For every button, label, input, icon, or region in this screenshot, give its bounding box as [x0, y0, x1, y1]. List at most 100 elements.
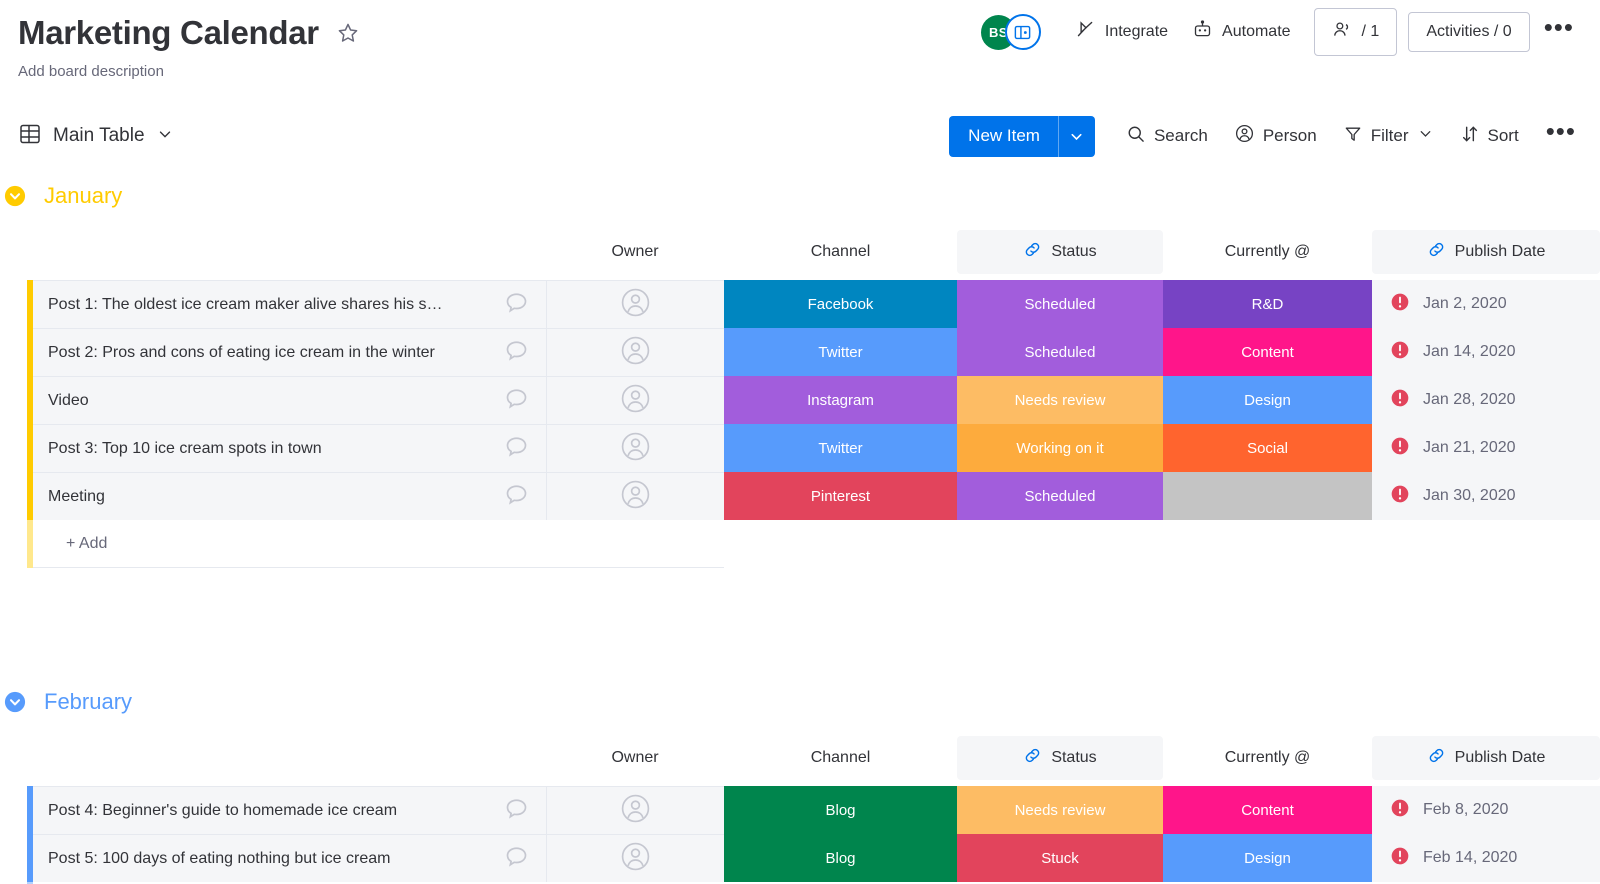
chevron-down-icon[interactable]: [1417, 125, 1434, 147]
search-button[interactable]: Search: [1115, 115, 1219, 158]
channel-cell[interactable]: Twitter: [724, 424, 957, 472]
column-header-status[interactable]: Status: [957, 736, 1163, 780]
person-filter-button[interactable]: Person: [1223, 114, 1328, 158]
person-placeholder-icon[interactable]: [620, 287, 651, 322]
publish-date-cell[interactable]: Jan 14, 2020: [1372, 328, 1600, 376]
currently-at-cell[interactable]: [1163, 472, 1372, 520]
person-placeholder-icon[interactable]: [620, 793, 651, 828]
publish-date-cell[interactable]: Jan 2, 2020: [1372, 280, 1600, 328]
chat-bubble-icon[interactable]: [503, 795, 530, 826]
chat-bubble-icon[interactable]: [503, 289, 530, 320]
page-title[interactable]: Marketing Calendar: [18, 14, 319, 52]
person-placeholder-icon[interactable]: [620, 383, 651, 418]
table-row[interactable]: Post 5: 100 days of eating nothing but i…: [0, 834, 1600, 882]
status-cell[interactable]: Needs review: [957, 376, 1163, 424]
tab-main-table[interactable]: Main Table: [18, 122, 174, 151]
column-header-channel[interactable]: Channel: [724, 749, 957, 767]
sort-button[interactable]: Sort: [1449, 115, 1530, 158]
chat-bubble-icon[interactable]: [503, 481, 530, 512]
add-item-row[interactable]: + Add: [0, 520, 1600, 568]
currently-at-cell[interactable]: R&D: [1163, 280, 1372, 328]
table-row[interactable]: Post 4: Beginner's guide to homemade ice…: [0, 786, 1600, 834]
column-header-row: Owner Channel Status Currently @ Publish…: [0, 730, 1600, 786]
new-item-button[interactable]: New Item: [949, 115, 1095, 157]
person-placeholder-icon[interactable]: [620, 335, 651, 370]
channel-cell[interactable]: Blog: [724, 834, 957, 882]
integrate-button[interactable]: Integrate: [1063, 10, 1180, 54]
table-row[interactable]: Post 2: Pros and cons of eating ice crea…: [0, 328, 1600, 376]
owner-cell[interactable]: [546, 424, 724, 472]
column-header-status[interactable]: Status: [957, 230, 1163, 274]
publish-date-text: Feb 14, 2020: [1423, 849, 1518, 866]
automate-button[interactable]: Automate: [1180, 10, 1302, 54]
column-header-publish-date[interactable]: Publish Date: [1372, 230, 1600, 274]
currently-at-cell[interactable]: Content: [1163, 786, 1372, 834]
owner-cell[interactable]: [546, 376, 724, 424]
group-title[interactable]: January: [44, 183, 122, 209]
owner-cell[interactable]: [546, 328, 724, 376]
collapse-group-icon[interactable]: [4, 691, 26, 713]
channel-cell[interactable]: Instagram: [724, 376, 957, 424]
publish-date-cell[interactable]: Jan 30, 2020: [1372, 472, 1600, 520]
table-row[interactable]: Post 1: The oldest ice cream maker alive…: [0, 280, 1600, 328]
column-header-owner[interactable]: Owner: [546, 243, 724, 261]
column-header-publish-date[interactable]: Publish Date: [1372, 736, 1600, 780]
owner-cell[interactable]: [546, 280, 724, 328]
star-icon[interactable]: [333, 18, 363, 48]
status-cell[interactable]: Scheduled: [957, 280, 1163, 328]
collapse-group-icon[interactable]: [4, 185, 26, 207]
chat-bubble-icon[interactable]: [503, 385, 530, 416]
row-title-cell[interactable]: Post 2: Pros and cons of eating ice crea…: [33, 328, 546, 376]
channel-cell[interactable]: Facebook: [724, 280, 957, 328]
board-more-menu-button[interactable]: •••: [1530, 14, 1584, 45]
owner-cell[interactable]: [546, 786, 724, 834]
owner-cell[interactable]: [546, 472, 724, 520]
action-bar-more-button[interactable]: •••: [1534, 118, 1584, 149]
status-cell[interactable]: Needs review: [957, 786, 1163, 834]
row-title-cell[interactable]: Video: [33, 376, 546, 424]
row-title-cell[interactable]: Meeting: [33, 472, 546, 520]
status-cell[interactable]: Scheduled: [957, 472, 1163, 520]
board-icon[interactable]: [1004, 14, 1041, 50]
column-header-currently-at[interactable]: Currently @: [1163, 749, 1372, 767]
currently-at-cell[interactable]: Social: [1163, 424, 1372, 472]
chat-bubble-icon[interactable]: [503, 843, 530, 874]
owner-cell[interactable]: [546, 834, 724, 882]
row-title-cell[interactable]: Post 3: Top 10 ice cream spots in town: [33, 424, 546, 472]
channel-cell[interactable]: Pinterest: [724, 472, 957, 520]
filter-button[interactable]: Filter: [1332, 115, 1445, 158]
chat-bubble-icon[interactable]: [503, 433, 530, 464]
chat-bubble-icon[interactable]: [503, 337, 530, 368]
row-title-cell[interactable]: Post 1: The oldest ice cream maker alive…: [33, 280, 546, 328]
status-cell[interactable]: Working on it: [957, 424, 1163, 472]
column-header-channel[interactable]: Channel: [724, 243, 957, 261]
table-row[interactable]: Meeting Pinterest Scheduled Jan 30, 2020: [0, 472, 1600, 520]
channel-cell[interactable]: Blog: [724, 786, 957, 834]
table-row[interactable]: Post 3: Top 10 ice cream spots in town T…: [0, 424, 1600, 472]
publish-date-cell[interactable]: Jan 28, 2020: [1372, 376, 1600, 424]
table-row[interactable]: Video Instagram Needs review Design Jan …: [0, 376, 1600, 424]
group-title[interactable]: February: [44, 689, 132, 715]
publish-date-cell[interactable]: Feb 14, 2020: [1372, 834, 1600, 882]
currently-at-cell[interactable]: Design: [1163, 834, 1372, 882]
new-item-dropdown-icon[interactable]: [1057, 115, 1095, 157]
column-header-owner[interactable]: Owner: [546, 749, 724, 767]
currently-at-cell[interactable]: Content: [1163, 328, 1372, 376]
person-placeholder-icon[interactable]: [620, 431, 651, 466]
members-button[interactable]: / 1: [1313, 8, 1398, 56]
row-title-cell[interactable]: Post 5: 100 days of eating nothing but i…: [33, 834, 546, 882]
activities-button[interactable]: Activities / 0: [1408, 12, 1530, 52]
person-placeholder-icon[interactable]: [620, 479, 651, 514]
chevron-down-icon[interactable]: [156, 125, 174, 148]
currently-at-cell[interactable]: Design: [1163, 376, 1372, 424]
row-title-cell[interactable]: Post 4: Beginner's guide to homemade ice…: [33, 786, 546, 834]
add-item-button[interactable]: + Add: [33, 520, 724, 568]
status-cell[interactable]: Stuck: [957, 834, 1163, 882]
publish-date-cell[interactable]: Feb 8, 2020: [1372, 786, 1600, 834]
board-description[interactable]: Add board description: [18, 63, 1582, 80]
person-placeholder-icon[interactable]: [620, 841, 651, 876]
status-cell[interactable]: Scheduled: [957, 328, 1163, 376]
publish-date-cell[interactable]: Jan 21, 2020: [1372, 424, 1600, 472]
column-header-currently-at[interactable]: Currently @: [1163, 243, 1372, 261]
channel-cell[interactable]: Twitter: [724, 328, 957, 376]
